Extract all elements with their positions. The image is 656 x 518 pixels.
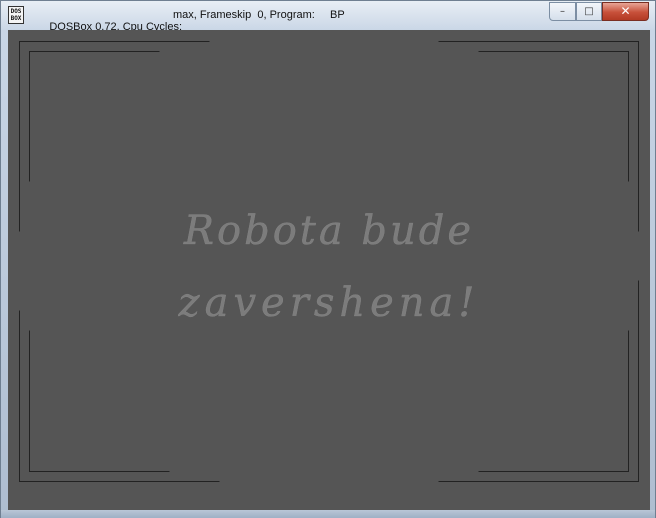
title-cycles: max, Frameskip 0, Program:	[173, 9, 315, 21]
screen-frame	[19, 41, 639, 482]
message-line-1: Robota bude	[183, 208, 475, 254]
frame-corner-top-left-inner	[29, 51, 160, 182]
message-line-2: zavershena!	[178, 280, 480, 326]
dosbox-app-icon[interactable]: DOS BOX	[8, 6, 24, 24]
frame-corner-bottom-left-inner	[29, 330, 170, 472]
minimize-icon: –	[560, 6, 565, 17]
close-icon: ✕	[620, 4, 631, 18]
maximize-button[interactable]: □	[576, 2, 602, 21]
maximize-icon: □	[584, 6, 594, 17]
dosbox-window: DOS BOX DOSBox 0.72, Cpu Cycles: max, Fr…	[0, 0, 656, 518]
title-program: BP	[330, 9, 345, 21]
window-bottom-border	[1, 510, 655, 518]
icon-text-top: DOS	[10, 8, 22, 15]
frame-corner-bottom-right-inner	[478, 330, 629, 472]
title-bar[interactable]: DOS BOX DOSBox 0.72, Cpu Cycles: max, Fr…	[1, 1, 655, 33]
close-button[interactable]: ✕	[602, 2, 649, 21]
frame-corner-bottom-left-outer	[19, 310, 220, 482]
minimize-button[interactable]: –	[549, 2, 576, 21]
frame-corner-top-right-inner	[478, 51, 629, 182]
frame-corner-top-right-outer	[438, 41, 639, 232]
dos-screen[interactable]: Robota bude zavershena!	[8, 30, 650, 510]
frame-corner-top-left-outer	[19, 41, 210, 232]
icon-text-bottom: BOX	[10, 15, 22, 22]
